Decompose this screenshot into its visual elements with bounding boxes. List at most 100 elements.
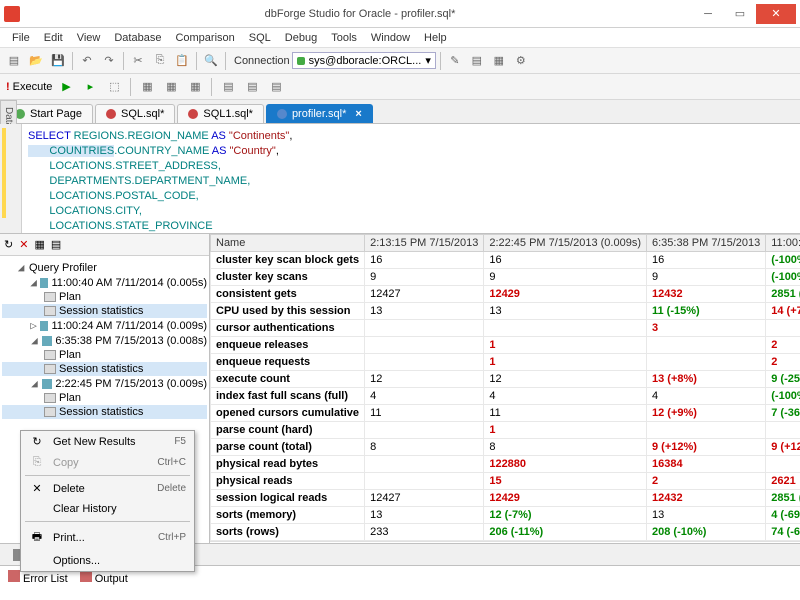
tree-session[interactable]: ◢6:35:38 PM 7/15/2013 (0.008s) (2, 333, 207, 348)
ctx-icon: ⎘ (29, 456, 45, 469)
table-row[interactable]: cluster key scans999(-100%) (211, 269, 800, 286)
column-header[interactable]: 2:22:45 PM 7/15/2013 (0.009s) (484, 235, 647, 252)
file-icon (188, 109, 198, 119)
menu-tools[interactable]: Tools (325, 30, 363, 46)
titlebar: dbForge Studio for Oracle - profiler.sql… (0, 0, 800, 28)
execute-button[interactable]: !Execute (6, 81, 52, 93)
table-row[interactable]: execute count121213 (+8%)9 (-25%) (211, 371, 800, 388)
ctx-icon: ✕ (29, 482, 45, 495)
main-toolbar: ▤ 📂 💾 ↶ ↷ ✂ ⎘ 📋 🔍 Connection sys@dboracl… (0, 48, 800, 74)
table-row[interactable]: cluster key scan block gets161616(-100%) (211, 252, 800, 269)
tb-icon[interactable]: ▤ (242, 77, 262, 97)
connection-selector[interactable]: sys@dboracle:ORCL... ▾ (292, 52, 436, 69)
connection-label: Connection (234, 55, 290, 67)
tree-stats[interactable]: Session statistics (2, 362, 207, 376)
tree-plan[interactable]: Plan (2, 391, 207, 405)
ctx-get-new-results[interactable]: ↻Get New ResultsF5 (21, 431, 194, 452)
menu-sql[interactable]: SQL (243, 30, 277, 46)
tb-icon[interactable]: ▦ (137, 77, 157, 97)
column-header[interactable]: 2:13:15 PM 7/15/2013 (365, 235, 484, 252)
new-icon[interactable]: ▤ (4, 51, 24, 71)
app-icon (4, 6, 20, 22)
redo-icon[interactable]: ↷ (99, 51, 119, 71)
table-row[interactable]: parse count (hard)1 (211, 422, 800, 439)
table-row[interactable]: physical reads1522621 (211, 473, 800, 490)
tool-a-icon[interactable]: ✎ (445, 51, 465, 71)
delete-icon[interactable]: ✕ (19, 238, 28, 251)
column-header[interactable]: 6:35:38 PM 7/15/2013 (647, 235, 766, 252)
minimize-button[interactable]: ─ (692, 4, 724, 24)
sql-toolbar: !Execute ▶ ▸ ⬚ ▦ ▦ ▦ ▤ ▤ ▤ (0, 74, 800, 100)
save-icon[interactable]: 💾 (48, 51, 68, 71)
tool-b-icon[interactable]: ▤ (467, 51, 487, 71)
tree-session[interactable]: ◢11:00:40 AM 7/11/2014 (0.005s) (2, 275, 207, 290)
tree-session[interactable]: ◢2:22:45 PM 7/15/2013 (0.009s) (2, 376, 207, 391)
table-row[interactable]: consistent gets1242712429124322851 (-77%… (211, 286, 800, 303)
tree-stats[interactable]: Session statistics (2, 405, 207, 419)
close-button[interactable]: ✕ (756, 4, 796, 24)
tree-stats[interactable]: Session statistics (2, 304, 207, 318)
menu-edit[interactable]: Edit (38, 30, 69, 46)
document-tabs: Start PageSQL.sql*SQL1.sql*profiler.sql*… (0, 100, 800, 124)
connection-status-icon (297, 57, 305, 65)
run-icon[interactable]: ▶ (56, 77, 76, 97)
menubar: FileEditViewDatabaseComparisonSQLDebugTo… (0, 28, 800, 48)
table-row[interactable]: cursor authentications3 (211, 320, 800, 337)
stop-icon[interactable]: ⬚ (104, 77, 124, 97)
tb-icon[interactable]: ▤ (266, 77, 286, 97)
menu-comparison[interactable]: Comparison (169, 30, 240, 46)
table-row[interactable]: parse count (total)889 (+12%)9 (+12%) (211, 439, 800, 456)
table-row[interactable]: enqueue releases12 (211, 337, 800, 354)
tab-SQL1-sql-[interactable]: SQL1.sql* (177, 104, 264, 123)
tab-SQL-sql-[interactable]: SQL.sql* (95, 104, 175, 123)
menu-debug[interactable]: Debug (279, 30, 323, 46)
file-icon (106, 109, 116, 119)
table-row[interactable]: index fast full scans (full)444(-100%) (211, 388, 800, 405)
tb-icon[interactable]: ▦ (185, 77, 205, 97)
maximize-button[interactable]: ▭ (724, 4, 756, 24)
cut-icon[interactable]: ✂ (128, 51, 148, 71)
stats-grid[interactable]: Name2:13:15 PM 7/15/20132:22:45 PM 7/15/… (210, 234, 800, 543)
export-icon[interactable]: ▤ (51, 238, 61, 251)
ctx-delete[interactable]: ✕DeleteDelete (21, 478, 194, 499)
paste-icon[interactable]: 📋 (172, 51, 192, 71)
tree-session[interactable]: ▷11:00:24 AM 7/11/2014 (0.009s) (2, 318, 207, 333)
filter-icon[interactable]: ▦ (34, 238, 44, 251)
column-header[interactable]: 11:00:40 AM 7/11/2014 (766, 235, 800, 252)
refresh-icon[interactable]: ↻ (4, 238, 13, 251)
table-row[interactable]: CPU used by this session131311 (-15%)14 … (211, 303, 800, 320)
column-header[interactable]: Name (211, 235, 365, 252)
menu-view[interactable]: View (71, 30, 107, 46)
menu-window[interactable]: Window (365, 30, 416, 46)
tb-icon[interactable]: ▦ (161, 77, 181, 97)
tab-profiler-sql-[interactable]: profiler.sql*× (266, 104, 373, 123)
menu-help[interactable]: Help (418, 30, 453, 46)
tool-d-icon[interactable]: ⚙ (511, 51, 531, 71)
tab-Start-Page[interactable]: Start Page (4, 104, 93, 123)
step-icon[interactable]: ▸ (80, 77, 100, 97)
tree-plan[interactable]: Plan (2, 290, 207, 304)
tool-c-icon[interactable]: ▦ (489, 51, 509, 71)
window-title: dbForge Studio for Oracle - profiler.sql… (28, 8, 692, 20)
table-row[interactable]: session logical reads1242712429124322851… (211, 490, 800, 507)
menu-database[interactable]: Database (108, 30, 167, 46)
ctx-copy: ⎘CopyCtrl+C (21, 452, 194, 473)
table-row[interactable]: opened cursors cumulative111112 (+9%)7 (… (211, 405, 800, 422)
menu-file[interactable]: File (6, 30, 36, 46)
close-icon[interactable]: × (355, 108, 361, 120)
tree-root[interactable]: ◢Query Profiler (2, 260, 207, 275)
undo-icon[interactable]: ↶ (77, 51, 97, 71)
table-row[interactable]: enqueue requests12 (211, 354, 800, 371)
table-row[interactable]: sorts (memory)1312 (-7%)134 (-69%) (211, 507, 800, 524)
tb-icon[interactable]: ▤ (218, 77, 238, 97)
search-icon[interactable]: 🔍 (201, 51, 221, 71)
copy-icon[interactable]: ⎘ (150, 51, 170, 71)
table-row[interactable]: physical read bytes12288016384 (211, 456, 800, 473)
ctx-print-[interactable]: 🖶Print...Ctrl+P (21, 524, 194, 551)
open-icon[interactable]: 📂 (26, 51, 46, 71)
sql-editor[interactable]: SELECT REGIONS.REGION_NAME AS "Continent… (0, 124, 800, 234)
table-row[interactable]: sorts (rows)233206 (-11%)208 (-10%)74 (-… (211, 524, 800, 541)
tree-plan[interactable]: Plan (2, 348, 207, 362)
ctx-clear-history[interactable]: Clear History (21, 499, 194, 519)
ctx-options-[interactable]: Options... (21, 551, 194, 571)
